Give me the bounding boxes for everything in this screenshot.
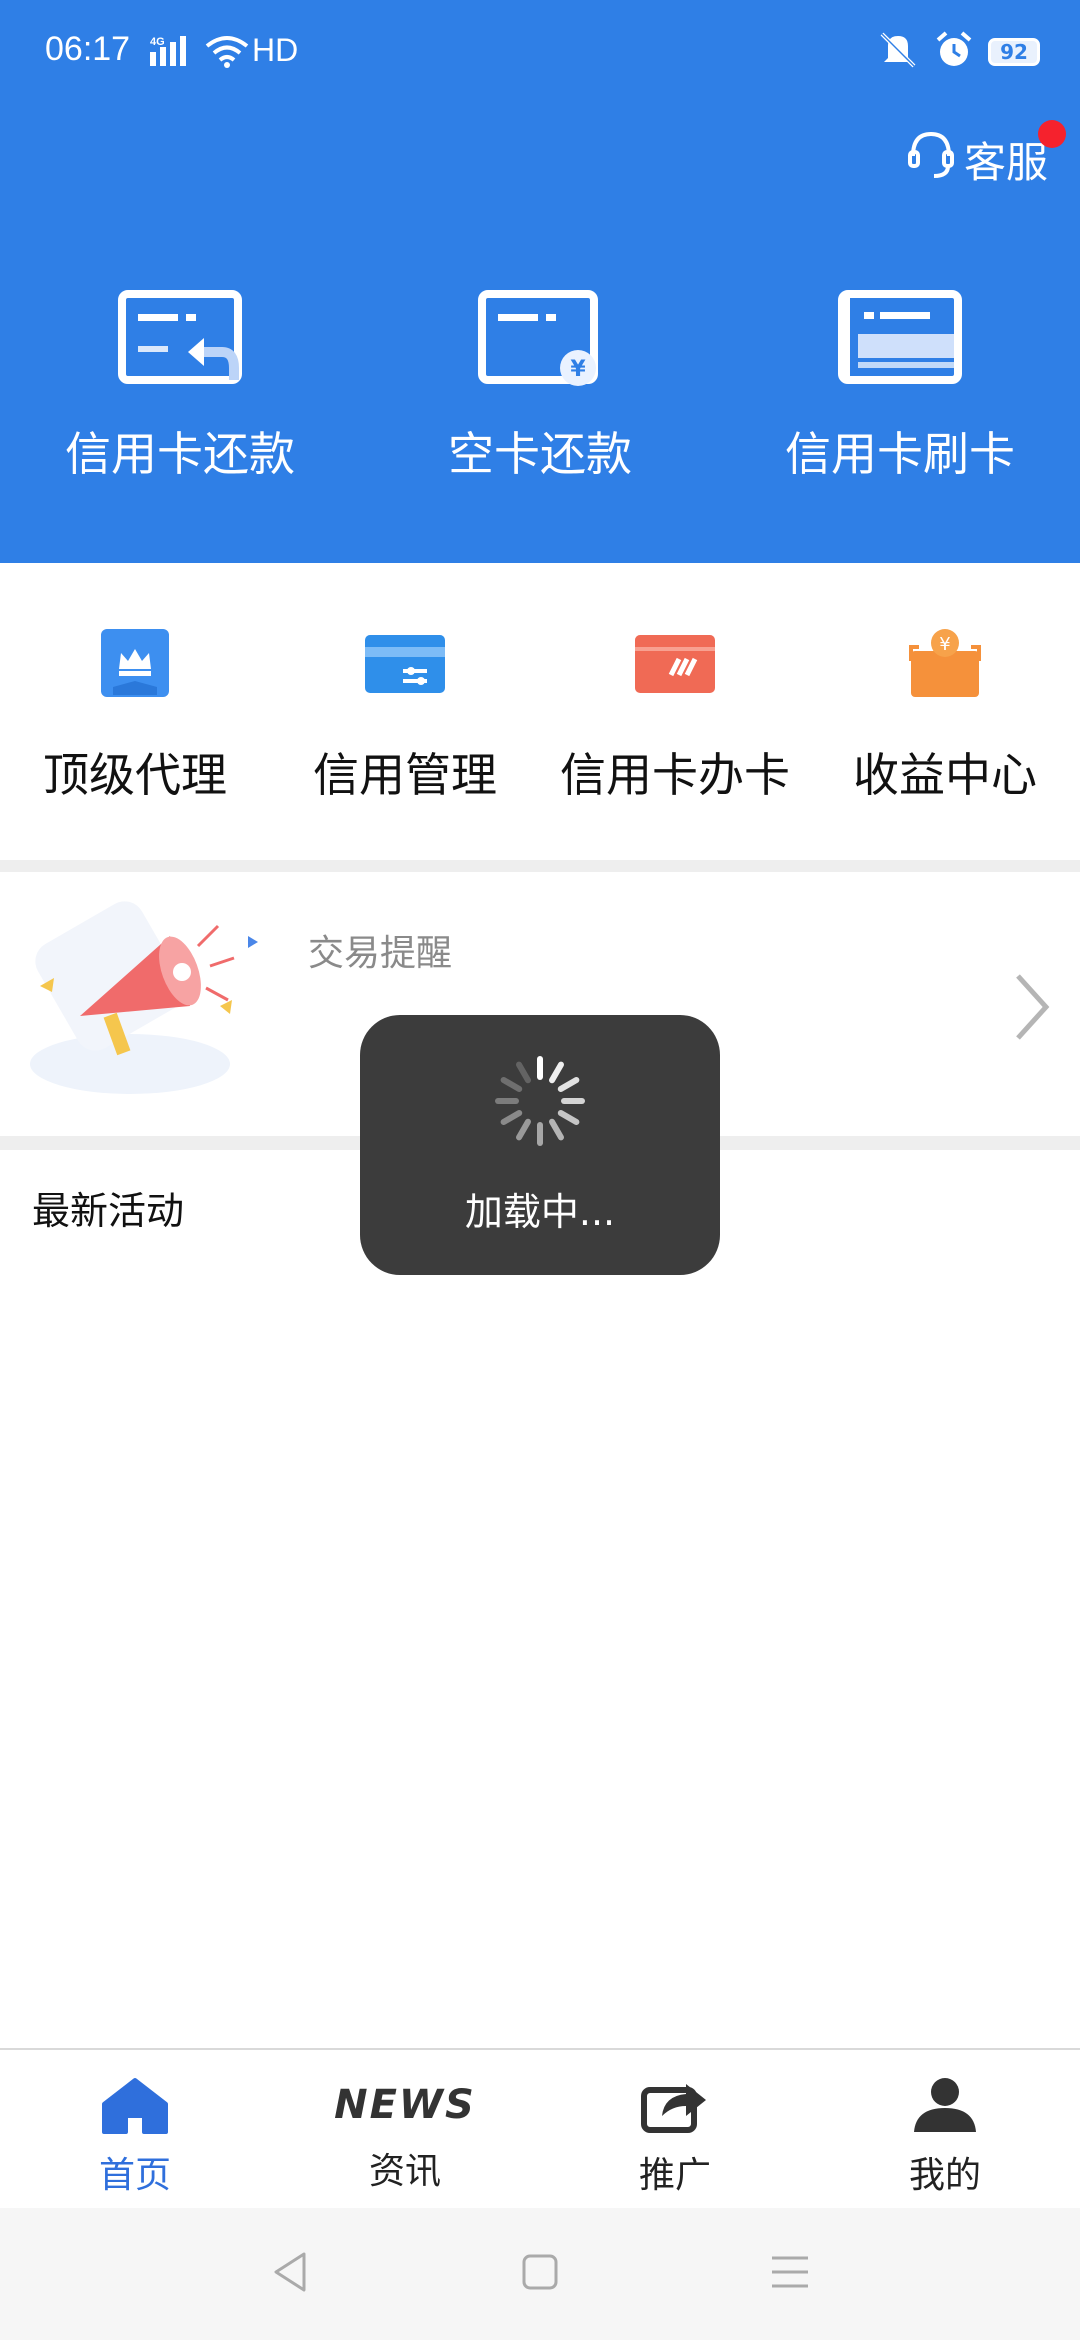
spinner-icon	[490, 1051, 590, 1155]
tab-mine[interactable]: 我的	[810, 2050, 1080, 2210]
svg-text:¥: ¥	[570, 357, 586, 382]
grid-item-card-apply[interactable]: 信用卡办卡	[540, 625, 810, 802]
bottom-tab-bar: 首页 NEWS 资讯 推广 我的	[0, 2048, 1080, 2210]
grid-label: 信用卡办卡	[560, 748, 790, 802]
chevron-right-icon	[1012, 972, 1052, 1046]
action-empty-card-repay[interactable]: ¥ 空卡还款	[360, 290, 720, 510]
news-icon: NEWS	[334, 2082, 476, 2128]
feature-grid: 顶级代理 信用管理 信用卡办卡 ¥ 收益中心	[0, 625, 1080, 802]
share-icon	[640, 2076, 710, 2138]
loading-toast: 加载中...	[360, 1015, 720, 1275]
headset-icon	[906, 128, 956, 190]
card-yuan-icon: ¥	[478, 290, 602, 390]
tab-promote[interactable]: 推广	[540, 2050, 810, 2210]
income-box-icon: ¥	[905, 625, 985, 705]
tab-label: 资讯	[368, 2151, 441, 2192]
card-apply-icon	[633, 625, 717, 705]
status-bar: 06:17 4G HD 92	[0, 0, 1080, 110]
section-divider	[0, 860, 1080, 872]
network-type: 4G	[150, 36, 165, 48]
alarm-icon	[934, 30, 974, 74]
grid-item-top-agent[interactable]: 顶级代理	[0, 625, 270, 802]
home-icon	[100, 2076, 170, 2138]
tab-home[interactable]: 首页	[0, 2050, 270, 2210]
crown-icon	[97, 625, 173, 705]
card-swipe-icon	[838, 290, 962, 390]
grid-item-income-center[interactable]: ¥ 收益中心	[810, 625, 1080, 802]
action-label: 信用卡还款	[65, 427, 295, 481]
notification-dot	[1038, 120, 1066, 148]
megaphone-icon	[20, 896, 270, 1110]
tab-news[interactable]: NEWS 资讯	[270, 2050, 540, 2210]
card-settings-icon	[363, 625, 447, 705]
action-credit-card-swipe[interactable]: 信用卡刷卡	[720, 290, 1080, 510]
loading-text: 加载中...	[464, 1190, 616, 1234]
tab-label: 我的	[908, 2155, 981, 2196]
tab-label: 首页	[98, 2155, 171, 2196]
customer-service-button[interactable]: 客服	[906, 128, 1048, 190]
mute-icon	[876, 30, 920, 74]
svg-text:¥: ¥	[939, 634, 950, 655]
grid-label: 信用管理	[313, 748, 497, 802]
user-icon	[910, 2076, 980, 2138]
home-square-icon[interactable]	[520, 2252, 560, 2296]
signal-icon: 4G	[150, 34, 194, 72]
tab-label: 推广	[638, 2155, 711, 2196]
grid-item-credit-management[interactable]: 信用管理	[270, 625, 540, 802]
system-navigation-bar	[0, 2208, 1080, 2340]
grid-label: 收益中心	[853, 748, 1037, 802]
status-time: 06:17	[45, 30, 131, 68]
action-label: 信用卡刷卡	[785, 427, 1015, 481]
customer-service-label: 客服	[963, 137, 1048, 187]
grid-label: 顶级代理	[43, 748, 227, 802]
action-label: 空卡还款	[448, 427, 632, 481]
notice-title: 交易提醒	[308, 933, 453, 974]
wifi-icon	[205, 34, 249, 72]
menu-icon[interactable]	[770, 2252, 810, 2296]
battery-icon: 92	[988, 38, 1040, 66]
back-icon[interactable]	[270, 2250, 310, 2298]
status-right: 92	[876, 30, 1040, 74]
latest-activities-title: 最新活动	[32, 1189, 185, 1233]
action-credit-card-repay[interactable]: 信用卡还款	[0, 290, 360, 510]
quick-actions: 信用卡还款 ¥ 空卡还款 信用卡刷卡	[0, 290, 1080, 510]
hd-indicator: HD	[252, 32, 299, 68]
card-repay-icon	[118, 290, 242, 390]
